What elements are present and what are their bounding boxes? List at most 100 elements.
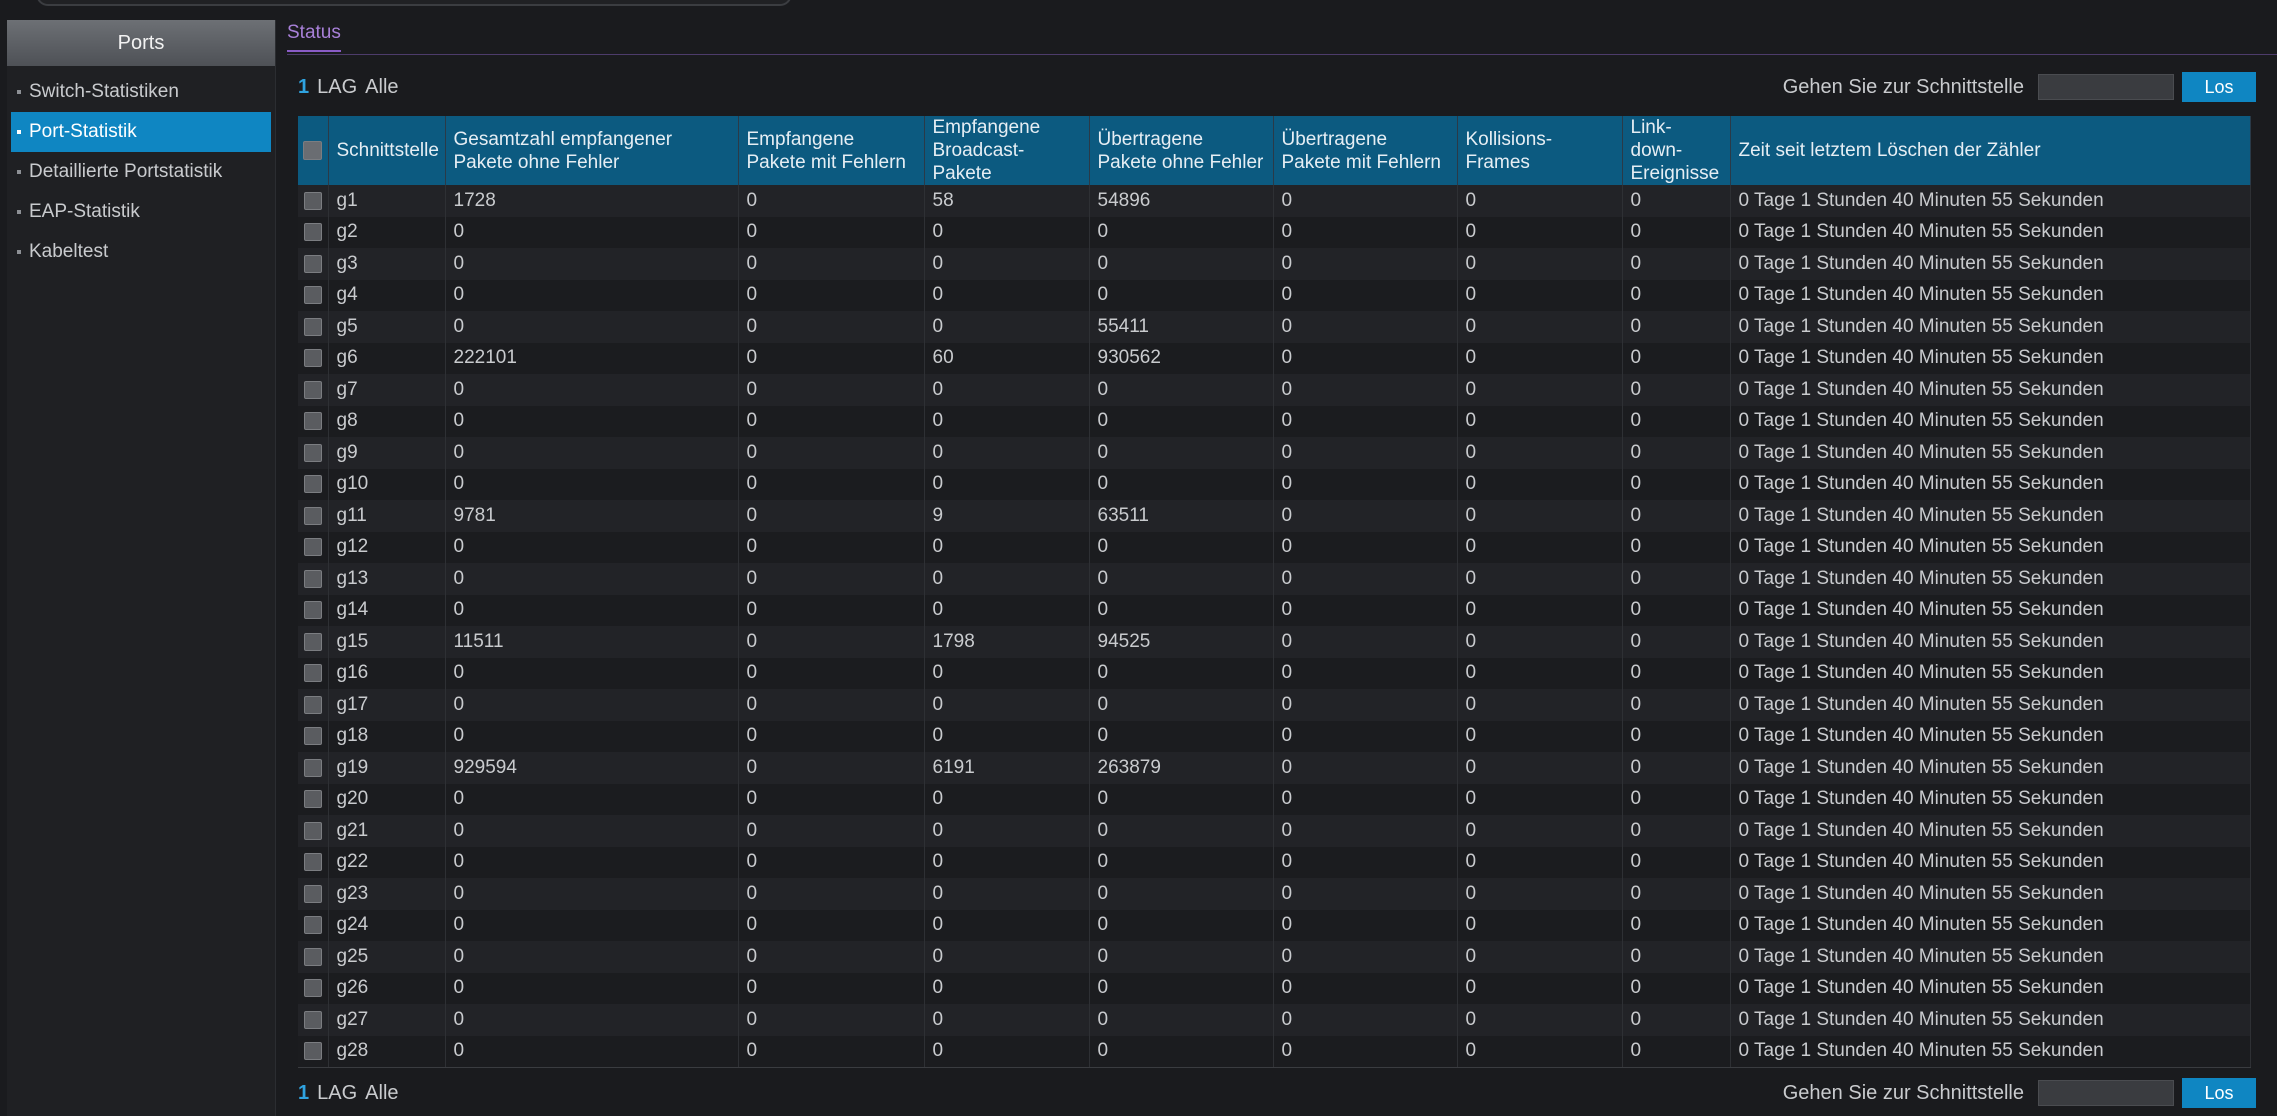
rx-broadcast-cell: 1798 <box>924 626 1090 658</box>
table-row: g27 0 0 0 0 0 0 0 0 Tage 1 Stunden 40 Minuten 55… <box>298 1004 2251 1036</box>
rx-error-cell: 0 <box>738 941 925 973</box>
tx-ok-cell: 0 <box>1089 972 1274 1004</box>
row-checkbox[interactable] <box>303 412 322 431</box>
row-select-cell <box>298 468 329 500</box>
collisions-cell: 0 <box>1457 405 1623 437</box>
column-header-rx-broadcast[interactable]: Empfangene Broadcast-Pakete <box>924 116 1090 185</box>
column-header-tx-error[interactable]: Übertragene Pakete mit Fehlern <box>1273 116 1458 185</box>
select-all-checkbox[interactable] <box>303 141 323 161</box>
tx-error-cell: 0 <box>1273 374 1458 406</box>
column-header-collisions[interactable]: Kollisions-Frames <box>1457 116 1623 185</box>
tx-error-cell: 0 <box>1273 689 1458 721</box>
column-header-interface[interactable]: Schnittstelle <box>328 116 446 185</box>
row-select-cell <box>298 594 329 626</box>
rx-broadcast-cell: 0 <box>924 374 1090 406</box>
rx-ok-cell: 222101 <box>445 342 739 374</box>
row-checkbox[interactable] <box>303 853 322 872</box>
row-checkbox[interactable] <box>303 475 322 494</box>
sidebar-item-kabeltest[interactable]: Kabeltest <box>11 232 271 272</box>
rx-error-cell: 0 <box>738 374 925 406</box>
row-checkbox[interactable] <box>303 601 322 620</box>
rx-error-cell: 0 <box>738 531 925 563</box>
goto-button[interactable]: Los <box>2182 72 2256 102</box>
row-checkbox[interactable] <box>303 286 322 305</box>
tx-error-cell: 0 <box>1273 500 1458 532</box>
rx-broadcast-cell: 0 <box>924 531 1090 563</box>
time-since-clear-cell: 0 Tage 1 Stunden 40 Minuten 55 Sekunden <box>1730 972 2251 1004</box>
row-checkbox[interactable] <box>303 821 322 840</box>
all-filter-link[interactable]: Alle <box>365 76 398 99</box>
tx-ok-cell: 0 <box>1089 941 1274 973</box>
row-checkbox[interactable] <box>303 758 322 777</box>
row-checkbox[interactable] <box>303 632 322 651</box>
column-header-time-since-clear[interactable]: Zeit seit letztem Löschen der Zähler <box>1730 116 2251 185</box>
row-checkbox[interactable] <box>303 254 322 273</box>
link-down-cell: 0 <box>1622 846 1731 878</box>
goto-interface-input[interactable] <box>2038 1080 2174 1106</box>
rx-error-cell: 0 <box>738 752 925 784</box>
row-checkbox[interactable] <box>303 884 322 903</box>
row-checkbox[interactable] <box>303 695 322 714</box>
sidebar-item-switch-statistiken[interactable]: Switch-Statistiken <box>11 72 271 112</box>
lag-filter-link[interactable]: LAG <box>317 1082 357 1105</box>
goto-button[interactable]: Los <box>2182 1078 2256 1108</box>
rx-error-cell: 0 <box>738 437 925 469</box>
rx-error-cell: 0 <box>738 279 925 311</box>
rx-ok-cell: 0 <box>445 972 739 1004</box>
lag-filter-link[interactable]: LAG <box>317 76 357 99</box>
rx-ok-cell: 11511 <box>445 626 739 658</box>
table-row: g15 11511 0 1798 94525 0 0 0 0 Tage 1 Stunden 40… <box>298 626 2251 658</box>
link-down-cell: 0 <box>1622 279 1731 311</box>
rx-error-cell: 0 <box>738 216 925 248</box>
row-checkbox[interactable] <box>303 664 322 683</box>
sidebar-item-port-statistik[interactable]: Port-Statistik <box>11 112 271 152</box>
row-checkbox[interactable] <box>303 223 322 242</box>
toolbar-top: 1 LAG Alle Gehen Sie zur Schnittstelle L… <box>298 70 2256 104</box>
row-checkbox[interactable] <box>303 569 322 588</box>
tx-ok-cell: 0 <box>1089 437 1274 469</box>
rx-broadcast-cell: 60 <box>924 342 1090 374</box>
all-filter-link[interactable]: Alle <box>365 1082 398 1105</box>
row-checkbox[interactable] <box>303 1042 322 1061</box>
column-header-rx-error[interactable]: Empfangene Pakete mit Fehlern <box>738 116 925 185</box>
lag-count[interactable]: 1 <box>298 76 309 99</box>
row-checkbox[interactable] <box>303 538 322 557</box>
time-since-clear-cell: 0 Tage 1 Stunden 40 Minuten 55 Sekunden <box>1730 941 2251 973</box>
row-checkbox[interactable] <box>303 947 322 966</box>
row-checkbox[interactable] <box>303 727 322 746</box>
row-checkbox[interactable] <box>303 317 322 336</box>
sidebar-item-detaillierte-portstatistik[interactable]: Detaillierte Portstatistik <box>11 152 271 192</box>
goto-interface-input[interactable] <box>2038 74 2174 100</box>
tx-error-cell: 0 <box>1273 468 1458 500</box>
collisions-cell: 0 <box>1457 909 1623 941</box>
rx-error-cell: 0 <box>738 657 925 689</box>
row-checkbox[interactable] <box>303 349 322 368</box>
column-header-tx-ok[interactable]: Übertragene Pakete ohne Fehler <box>1089 116 1274 185</box>
column-header-link-down[interactable]: Link-down-Ereignisse <box>1622 116 1731 185</box>
rx-broadcast-cell: 0 <box>924 437 1090 469</box>
collisions-cell: 0 <box>1457 216 1623 248</box>
row-checkbox[interactable] <box>303 790 322 809</box>
row-checkbox[interactable] <box>303 916 322 935</box>
rx-error-cell: 0 <box>738 846 925 878</box>
interface-cell: g8 <box>328 405 446 437</box>
sidebar-item-eap-statistik[interactable]: EAP-Statistik <box>11 192 271 232</box>
row-checkbox[interactable] <box>303 1010 322 1029</box>
row-checkbox[interactable] <box>303 380 322 399</box>
interface-cell: g27 <box>328 1004 446 1036</box>
tab-status[interactable]: Status <box>287 22 341 52</box>
row-checkbox[interactable] <box>303 443 322 462</box>
row-checkbox[interactable] <box>303 506 322 525</box>
column-header-rx-ok[interactable]: Gesamtzahl empfangener Pakete ohne Fehle… <box>445 116 739 185</box>
rx-broadcast-cell: 0 <box>924 909 1090 941</box>
rx-error-cell: 0 <box>738 185 925 217</box>
collisions-cell: 0 <box>1457 972 1623 1004</box>
row-select-cell <box>298 626 329 658</box>
row-checkbox[interactable] <box>303 191 322 210</box>
interface-cell: g26 <box>328 972 446 1004</box>
rx-broadcast-cell: 0 <box>924 657 1090 689</box>
tx-ok-cell: 0 <box>1089 405 1274 437</box>
time-since-clear-cell: 0 Tage 1 Stunden 40 Minuten 55 Sekunden <box>1730 500 2251 532</box>
row-checkbox[interactable] <box>303 979 322 998</box>
lag-count[interactable]: 1 <box>298 1082 309 1105</box>
